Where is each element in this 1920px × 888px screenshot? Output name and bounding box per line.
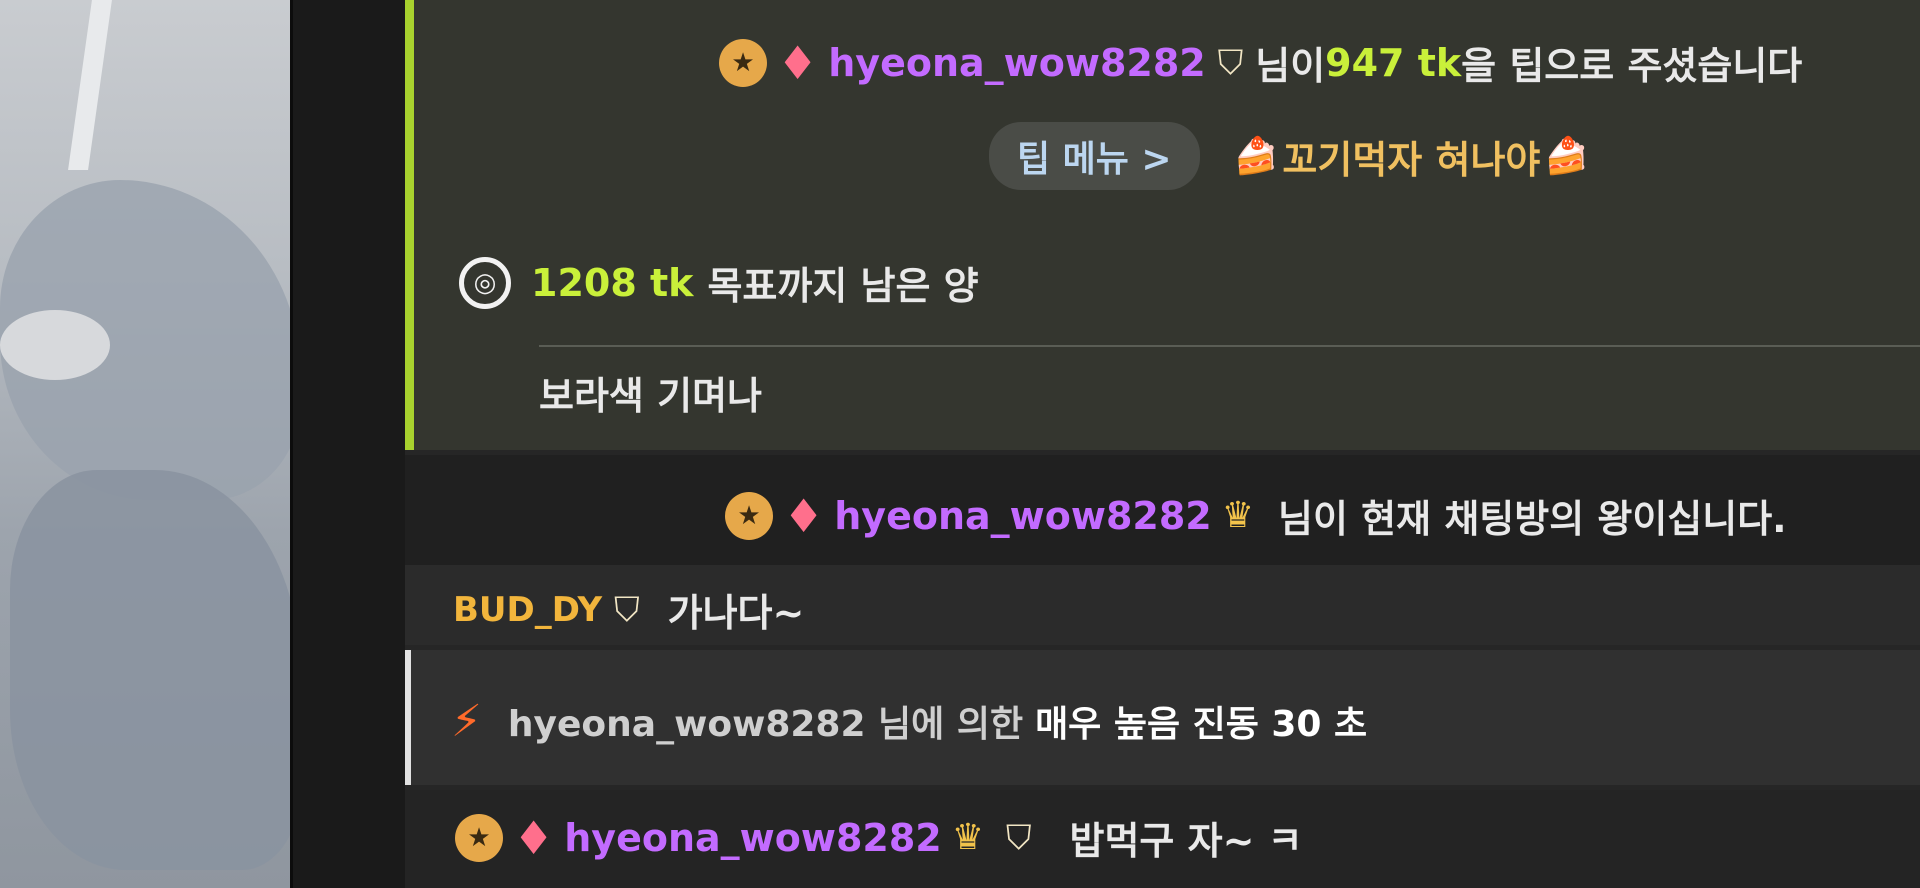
chat-message-last: ★ ♦ hyeona_wow8282 ♛ ⛉ 밥먹구 자~ ㅋ	[405, 790, 1920, 888]
last-username[interactable]: hyeona_wow8282	[564, 816, 941, 860]
king-notice: ★ ♦ hyeona_wow8282 ♛ 님이 현재 채팅방의 왕이십니다.	[405, 455, 1920, 565]
gem-icon: ♦	[783, 488, 825, 543]
monitor-bezel	[290, 0, 413, 888]
tip-message-row: 보라색 기며나	[539, 365, 762, 420]
gem-icon: ♦	[513, 810, 555, 865]
vibration-text-prefix: hyeona_wow8282 님에 의한	[507, 704, 1024, 745]
crown-icon: ♛	[1221, 495, 1255, 536]
tip-menu-row: 팁 메뉴 > 🍰 꼬기먹자 혀나야 🍰	[989, 122, 1593, 190]
star-badge-icon: ★	[725, 491, 773, 540]
tip-username[interactable]: hyeona_wow8282	[828, 41, 1205, 85]
vibration-row: ⚡ hyeona_wow8282 님에 의한 매우 높음 진동 30 초	[451, 695, 1367, 747]
tip-card: ★ ♦ hyeona_wow8282 ⛉ 님이 947 tk 을 팁으로 주셨습…	[405, 0, 1920, 450]
tip-amount: 947 tk	[1325, 40, 1462, 85]
shield-icon: ⛉	[1006, 817, 1032, 858]
tip-menu-item: 꼬기먹자 혀나야	[1282, 137, 1541, 182]
goal-amount: 1208 tk	[531, 260, 694, 305]
king-username[interactable]: hyeona_wow8282	[834, 494, 1211, 538]
bolt-icon: ⚡	[451, 695, 482, 747]
chat-username[interactable]: BUD_DY	[453, 590, 602, 630]
star-badge-icon: ★	[455, 813, 503, 862]
king-notice-row: ★ ♦ hyeona_wow8282 ♛ 님이 현재 채팅방의 왕이십니다.	[725, 488, 1787, 543]
gem-icon: ♦	[777, 35, 819, 90]
vibration-notice: ⚡ hyeona_wow8282 님에 의한 매우 높음 진동 30 초	[405, 650, 1920, 785]
tip-notice-row: ★ ♦ hyeona_wow8282 ⛉ 님이 947 tk 을 팁으로 주셨습…	[719, 35, 1802, 90]
shield-icon: ⛉	[614, 589, 640, 630]
goal-row: ◎ 1208 tk 목표까지 남은 양	[459, 255, 979, 310]
goal-icon: ◎	[459, 256, 511, 309]
tip-menu-button[interactable]: 팁 메뉴 >	[989, 122, 1200, 190]
video-blanket-lower	[10, 470, 300, 870]
chat-text: 가나다~	[667, 591, 805, 635]
last-text: 밥먹구 자~ ㅋ	[1069, 819, 1303, 863]
chat-message: BUD_DY ⛉ 가나다~	[405, 565, 1920, 645]
vibration-text-strong: 매우 높음 진동 30 초	[1035, 704, 1368, 745]
tip-divider	[539, 345, 1920, 347]
shield-icon: ⛉	[1217, 42, 1244, 83]
tip-message: 보라색 기며나	[539, 374, 762, 418]
king-text: 님이 현재 채팅방의 왕이십니다.	[1278, 497, 1787, 541]
crown-icon: ♛	[951, 817, 985, 858]
last-message-row: ★ ♦ hyeona_wow8282 ♛ ⛉ 밥먹구 자~ ㅋ	[455, 810, 1303, 865]
chat-panel[interactable]: ★ ♦ hyeona_wow8282 ⛉ 님이 947 tk 을 팁으로 주셨습…	[405, 0, 1920, 888]
video-feed	[0, 0, 305, 888]
chat-message-row: BUD_DY ⛉ 가나다~	[453, 582, 804, 637]
video-object	[68, 0, 112, 170]
cake-icon: 🍰	[1544, 136, 1590, 177]
cake-icon: 🍰	[1233, 136, 1279, 177]
tip-text-after: 을 팁으로 주셨습니다	[1461, 44, 1803, 88]
goal-text: 목표까지 남은 양	[707, 264, 979, 308]
star-badge-icon: ★	[719, 38, 767, 87]
tip-text-before: 님이	[1255, 44, 1326, 88]
video-hand	[0, 310, 110, 380]
